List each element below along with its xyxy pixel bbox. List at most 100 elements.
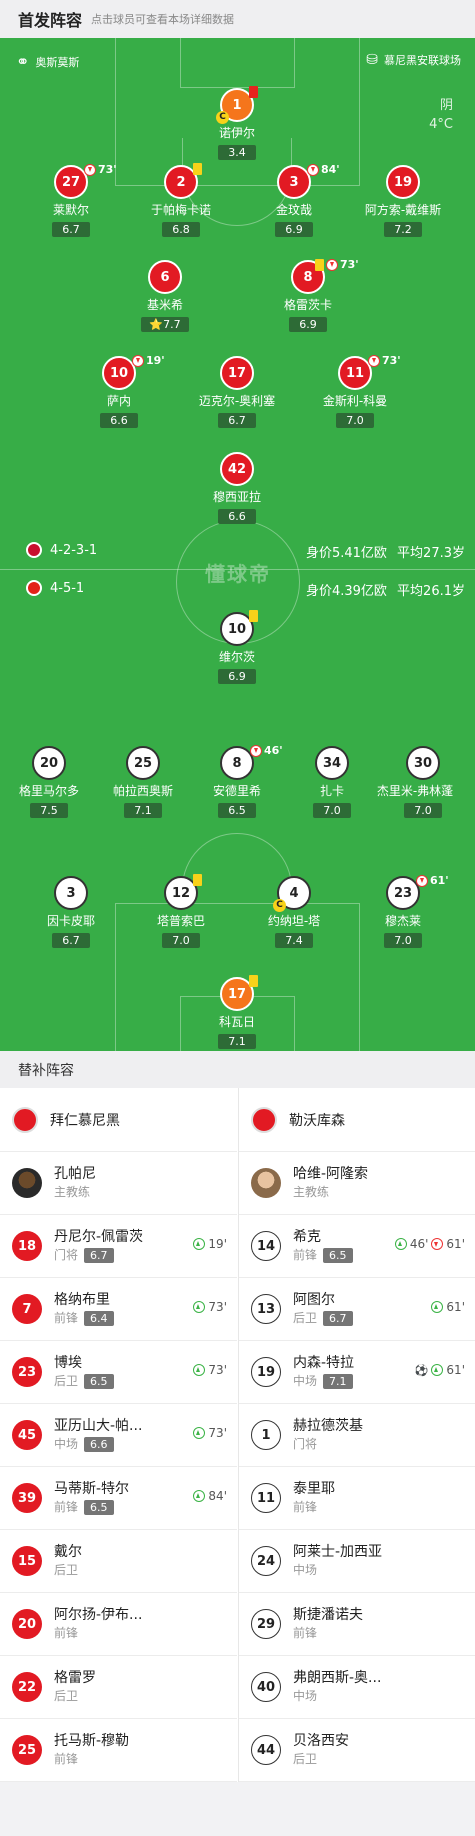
player-number: 40 <box>251 1672 281 1702</box>
player-name: 格雷罗 <box>54 1670 96 1686</box>
player-leverkusen-4[interactable]: 4C 约纳坦-塔 7.4 <box>239 876 349 948</box>
stadium-icon: ⛁ <box>366 52 378 68</box>
player-position: 后卫 <box>293 1311 318 1325</box>
player-bayern-3[interactable]: 3 84' 金玟哉 6.9 <box>239 163 349 237</box>
footer-space <box>0 1788 475 1836</box>
goal-icon: ⚽ <box>414 1363 429 1377</box>
sub-out-icon: 19' <box>132 354 165 367</box>
player-number: 11 <box>251 1483 281 1513</box>
player-leverkusen-8[interactable]: 8 46' 安德里希 6.5 <box>182 744 292 818</box>
bench-player-row[interactable]: 20 阿尔扬-伊布... 前锋 <box>0 1593 237 1656</box>
pitch: 懂球帝 ⚭ 奥斯莫斯 ⛁ 慕尼黑安联球场 阴 4°C 1C 诺伊尔 3.4 27… <box>0 38 475 1051</box>
bench-player-row[interactable]: 1 赫拉德茨基 门将 <box>239 1404 475 1467</box>
header-title: 首发阵容 <box>18 11 83 30</box>
player-bayern-1[interactable]: 1C 诺伊尔 3.4 <box>182 86 292 160</box>
bench-player-row[interactable]: 40 弗朗西斯-奥... 中场 <box>239 1656 475 1719</box>
player-bayern-11[interactable]: 11 73' 金斯利-科曼 7.0 <box>300 354 410 428</box>
player-leverkusen-12[interactable]: 12 塔普索巴 7.0 <box>126 874 236 948</box>
coach-row[interactable]: 哈维-阿隆索 主教练 <box>239 1152 475 1215</box>
yellow-card-icon <box>249 610 258 622</box>
player-number: 25 <box>12 1735 42 1765</box>
bench-player-row[interactable]: 39 马蒂斯-特尔 前锋 6.5 84' <box>0 1467 237 1530</box>
player-number: 29 <box>251 1609 281 1639</box>
player-name: 阿莱士-加西亚 <box>293 1544 383 1560</box>
player-bayern-19[interactable]: 19 阿方索-戴维斯 7.2 <box>348 165 458 237</box>
weather: 阴 4°C <box>429 98 453 132</box>
sub-out-icon: 84' <box>307 163 340 176</box>
player-position: 中场 <box>54 1437 79 1451</box>
bench-team-row[interactable]: 勒沃库森 <box>239 1088 475 1152</box>
lineup-header: 首发阵容 点击球员可查看本场详细数据 <box>0 0 475 38</box>
bench-list: 拜仁慕尼黑 孔帕尼 主教练 18 丹尼尔-佩雷茨 门将 6.7 19' 7 格纳布里… <box>0 1088 475 1782</box>
player-number: 13 <box>251 1294 281 1324</box>
bench-player-row[interactable]: 44 贝洛西安 后卫 <box>239 1719 475 1782</box>
player-name: 丹尼尔-佩雷茨 <box>54 1229 144 1245</box>
sub-events: 73' <box>193 1426 227 1440</box>
player-position: 后卫 <box>54 1689 79 1703</box>
bench-player-row[interactable]: 13 阿图尔 后卫 6.7 61' <box>239 1278 475 1341</box>
player-position: 后卫 <box>54 1374 79 1388</box>
sub-out-icon: 73' <box>368 354 401 367</box>
player-name: 弗朗西斯-奥... <box>293 1670 382 1686</box>
player-position: 前锋 <box>293 1626 318 1640</box>
bench-player-row[interactable]: 18 丹尼尔-佩雷茨 门将 6.7 19' <box>0 1215 237 1278</box>
leverkusen-value: 身价4.39亿欧 平均26.1岁 <box>305 584 465 599</box>
sub-events: 73' <box>193 1300 227 1314</box>
player-name: 希克 <box>293 1229 321 1245</box>
player-bayern-10[interactable]: 10 19' 萨内 6.6 <box>64 354 174 428</box>
yellow-card-icon <box>193 874 202 886</box>
player-number: 15 <box>12 1546 42 1576</box>
player-number: 24 <box>251 1546 281 1576</box>
leverkusen-crest-icon <box>26 580 42 596</box>
bayern-formation: 4-2-3-1 <box>26 542 97 558</box>
sub-events: 84' <box>193 1489 227 1503</box>
bench-team-row[interactable]: 拜仁慕尼黑 <box>0 1088 237 1152</box>
watermark: 懂球帝 <box>205 562 271 586</box>
sub-in-icon <box>394 1238 407 1250</box>
player-leverkusen-23[interactable]: 23 61' 穆杰莱 7.0 <box>348 874 458 948</box>
player-number: 22 <box>12 1672 42 1702</box>
sub-in-icon <box>193 1427 206 1439</box>
bench-player-row[interactable]: 25 托马斯-穆勒 前锋 <box>0 1719 237 1782</box>
bayern-value: 身价5.41亿欧 平均27.3岁 <box>305 546 465 561</box>
player-bayern-6[interactable]: 6 基米希 ⭐7.7 <box>110 260 220 332</box>
player-leverkusen-3[interactable]: 3 因卡皮耶 6.7 <box>16 876 126 948</box>
bench-player-row[interactable]: 19 内森-特拉 中场 7.1 ⚽ 61' <box>239 1341 475 1404</box>
bench-player-row[interactable]: 14 希克 前锋 6.5 46' 61' <box>239 1215 475 1278</box>
top-goal-box <box>180 38 295 88</box>
player-bayern-42[interactable]: 42 穆西亚拉 6.6 <box>182 452 292 524</box>
player-position: 后卫 <box>54 1563 79 1577</box>
sub-events: 61' <box>431 1300 465 1314</box>
player-bayern-2[interactable]: 2 于帕梅卡诺 6.8 <box>126 163 236 237</box>
player-number: 7 <box>12 1294 42 1324</box>
player-leverkusen-30[interactable]: 30 杰里米-弗林蓬 7.0 <box>369 746 475 818</box>
sub-in-icon <box>193 1490 206 1502</box>
bench-player-row[interactable]: 22 格雷罗 后卫 <box>0 1656 237 1719</box>
player-leverkusen-17[interactable]: 17 科瓦日 7.1 <box>182 975 292 1049</box>
bench-player-row[interactable]: 45 亚历山大-帕... 中场 6.6 73' <box>0 1404 237 1467</box>
bench-player-row[interactable]: 11 泰里耶 前锋 <box>239 1467 475 1530</box>
bench-player-row[interactable]: 29 斯捷潘诺夫 前锋 <box>239 1593 475 1656</box>
player-leverkusen-10[interactable]: 10 维尔茨 6.9 <box>182 610 292 684</box>
sub-in-icon <box>193 1238 206 1250</box>
player-position: 前锋 <box>54 1311 79 1325</box>
bench-player-row[interactable]: 23 博埃 后卫 6.5 73' <box>0 1341 237 1404</box>
player-position: 中场 <box>293 1374 318 1388</box>
player-bayern-27[interactable]: 27 73' 莱默尔 6.7 <box>16 163 126 237</box>
sub-out-icon: 73' <box>315 258 359 271</box>
player-position: 门将 <box>54 1248 79 1262</box>
player-name: 阿图尔 <box>293 1292 335 1308</box>
sub-events: 19' <box>193 1237 227 1251</box>
coach-row[interactable]: 孔帕尼 主教练 <box>0 1152 237 1215</box>
player-bayern-8[interactable]: 8 73' 格雷茨卡 6.9 <box>253 258 363 332</box>
player-number: 23 <box>12 1357 42 1387</box>
bayern-crest-icon <box>26 542 42 558</box>
player-bayern-17[interactable]: 17 迈克尔-奥利塞 6.7 <box>182 356 292 428</box>
player-number: 19 <box>251 1357 281 1387</box>
sub-in-icon <box>193 1301 206 1313</box>
bench-player-row[interactable]: 24 阿莱士-加西亚 中场 <box>239 1530 475 1593</box>
bench-left: 拜仁慕尼黑 孔帕尼 主教练 18 丹尼尔-佩雷茨 门将 6.7 19' 7 格纳布里… <box>0 1088 237 1782</box>
bench-player-row[interactable]: 15 戴尔 后卫 <box>0 1530 237 1593</box>
player-position: 中场 <box>293 1689 318 1703</box>
bench-player-row[interactable]: 7 格纳布里 前锋 6.4 73' <box>0 1278 237 1341</box>
